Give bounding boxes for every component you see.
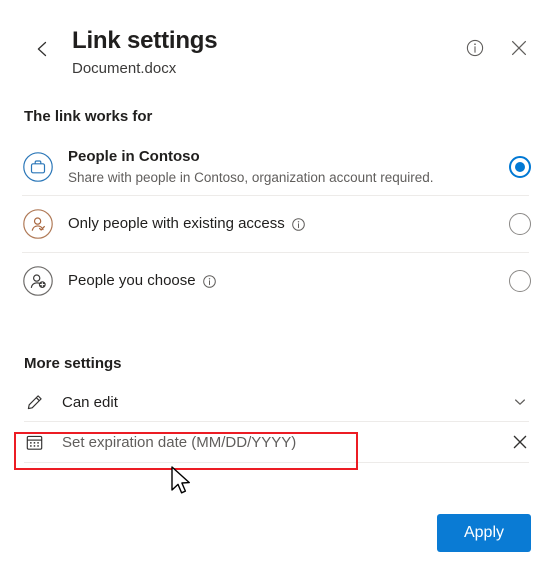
briefcase-icon: [22, 151, 54, 183]
expiration-date-row[interactable]: Set expiration date (MM/DD/YYYY): [0, 422, 553, 462]
radio-people-in-contoso[interactable]: [509, 155, 531, 178]
option-people-in-contoso[interactable]: People in Contoso Share with people in C…: [0, 138, 553, 195]
arrow-left-icon: [37, 41, 47, 57]
person-add-icon: [22, 265, 54, 297]
dialog-header: Link settings Document.docx: [0, 0, 553, 86]
dialog-footer: Apply: [437, 514, 531, 552]
option-people-you-choose[interactable]: People you choose: [0, 253, 553, 309]
chevron-down-icon[interactable]: [509, 391, 531, 413]
option-existing-access[interactable]: Only people with existing access: [0, 196, 553, 252]
close-icon: [513, 435, 527, 449]
document-name: Document.docx: [72, 60, 177, 77]
back-button[interactable]: [28, 34, 58, 64]
close-button[interactable]: [507, 36, 531, 60]
info-icon[interactable]: [202, 274, 217, 289]
option-description: Share with people in Contoso, organizati…: [68, 169, 434, 185]
radio-existing-access[interactable]: [509, 213, 531, 235]
permission-label: Can edit: [62, 393, 118, 411]
info-button[interactable]: [463, 36, 487, 60]
info-icon[interactable]: [291, 217, 306, 232]
mouse-cursor: [168, 464, 194, 503]
apply-button[interactable]: Apply: [437, 514, 531, 552]
permission-row[interactable]: Can edit: [0, 383, 553, 421]
close-icon: [511, 40, 527, 56]
person-check-icon: [22, 208, 54, 240]
link-audience-options: People in Contoso Share with people in C…: [0, 138, 553, 309]
option-text: Only people with existing access: [68, 214, 497, 234]
option-text: People in Contoso Share with people in C…: [68, 147, 497, 187]
pencil-icon: [24, 392, 44, 412]
more-settings-heading: More settings: [24, 355, 122, 372]
option-label: People you choose: [68, 272, 196, 289]
link-works-for-heading: The link works for: [24, 108, 153, 125]
divider: [24, 462, 529, 463]
info-icon: [466, 39, 484, 57]
title-block: Link settings Document.docx: [72, 26, 218, 80]
radio-people-you-choose[interactable]: [509, 270, 531, 292]
clear-expiration-button[interactable]: [509, 431, 531, 453]
page-title: Link settings: [72, 27, 218, 54]
option-text: People you choose: [68, 271, 497, 291]
calendar-icon: [24, 432, 44, 452]
expiration-date-input[interactable]: Set expiration date (MM/DD/YYYY): [62, 434, 509, 451]
header-actions: [463, 36, 531, 60]
option-label: People in Contoso: [68, 147, 200, 165]
option-label: Only people with existing access: [68, 215, 285, 232]
more-settings-list: Can edit Set expiration date (MM/DD/YYYY…: [0, 383, 553, 463]
